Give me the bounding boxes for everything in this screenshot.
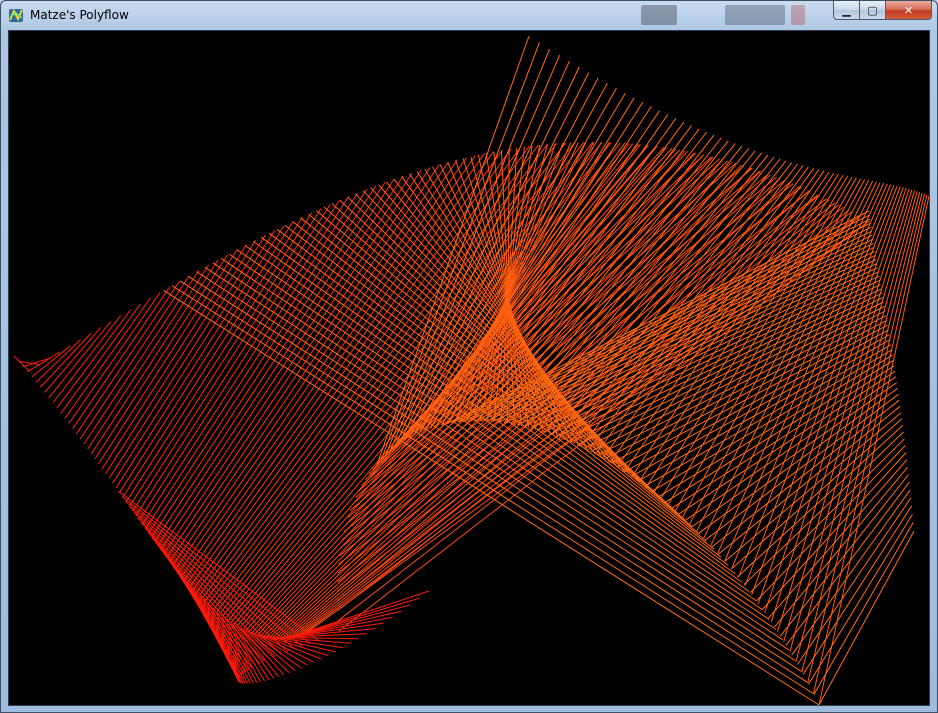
polyflow-lines [13, 35, 929, 705]
background-blur [725, 5, 785, 25]
flow-line [27, 351, 61, 373]
flow-line [79, 275, 190, 440]
flow-line [596, 310, 886, 456]
flow-line [777, 189, 913, 632]
flow-line [678, 370, 896, 515]
flow-line [122, 216, 303, 498]
flow-line [730, 418, 903, 570]
background-blur [791, 5, 805, 25]
flow-line [796, 497, 912, 665]
maximize-icon: ▢ [867, 3, 878, 17]
drawing-canvas[interactable] [8, 30, 930, 706]
flow-line [202, 144, 539, 599]
flow-line [108, 234, 266, 479]
flow-line [118, 221, 294, 493]
flow-line [52, 315, 122, 404]
flow-line [744, 185, 898, 587]
flow-line [98, 249, 238, 465]
background-blur [641, 5, 677, 25]
flow-line [691, 382, 898, 528]
flow-line [345, 173, 769, 525]
flow-line [755, 445, 906, 602]
flow-line [504, 250, 876, 424]
caption-buttons: ▁ ▢ ✕ [833, 1, 932, 21]
flow-line [268, 232, 736, 575]
window-title: Matze's Polyflow [30, 8, 129, 22]
flow-line [802, 505, 913, 675]
flow-line [68, 292, 161, 424]
flow-line [141, 192, 359, 525]
flow-line [807, 513, 913, 685]
polyflow-drawing [13, 35, 929, 705]
flow-line [138, 196, 349, 521]
flow-line [90, 259, 219, 455]
flow-line [576, 297, 884, 446]
close-icon: ✕ [903, 3, 914, 17]
app-window: Matze's Polyflow ▁ ▢ ✕ [0, 0, 938, 713]
flow-line [594, 166, 809, 455]
flow-line [75, 280, 181, 435]
flow-line [56, 309, 132, 409]
minimize-button[interactable]: ▁ [833, 1, 860, 20]
flow-line [137, 517, 282, 655]
flow-line [813, 522, 914, 695]
maximize-button[interactable]: ▢ [860, 1, 886, 20]
title-bar[interactable]: Matze's Polyflow ▁ ▢ ✕ [1, 1, 937, 29]
polyflow-app-icon[interactable] [8, 7, 24, 23]
close-button[interactable]: ✕ [886, 1, 932, 20]
flow-line [64, 297, 151, 419]
flow-line [205, 143, 548, 601]
flow-line [39, 333, 92, 388]
flow-line [260, 159, 723, 636]
flow-line [737, 425, 904, 578]
flow-line [199, 595, 242, 684]
minimize-icon: ▁ [842, 3, 851, 17]
flow-line [603, 315, 887, 460]
flow-line [151, 182, 386, 538]
flow-line [424, 168, 588, 451]
flow-line [13, 355, 30, 372]
